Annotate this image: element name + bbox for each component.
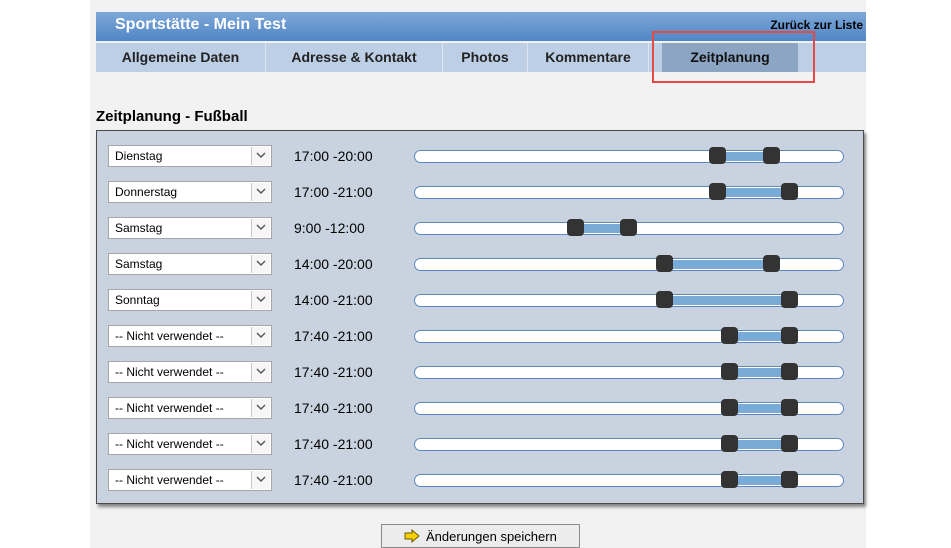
schedule-row: -- Nicht verwendet -- 17:40 -21:00 [97, 325, 863, 349]
slider-selected-range [663, 260, 771, 269]
schedule-row: -- Nicht verwendet -- 17:40 -21:00 [97, 469, 863, 493]
time-range-text: 17:40 -21:00 [294, 472, 373, 488]
slider-end-handle[interactable] [762, 147, 780, 164]
weekday-select-value: Donnerstag [115, 185, 178, 199]
slider-start-handle[interactable] [721, 399, 739, 416]
chevron-down-icon[interactable] [251, 183, 270, 201]
time-range-text: 17:40 -21:00 [294, 328, 373, 344]
slider-start-handle[interactable] [655, 255, 673, 272]
chevron-down-icon[interactable] [251, 255, 270, 273]
slider-end-handle[interactable] [780, 471, 798, 488]
weekday-select[interactable]: Samstag [108, 217, 272, 239]
time-range-slider[interactable] [414, 219, 844, 236]
time-range-slider[interactable] [414, 147, 844, 164]
back-to-list-link[interactable]: Zurück zur Liste [770, 18, 863, 32]
chevron-down-icon[interactable] [251, 147, 270, 165]
slider-start-handle[interactable] [566, 219, 584, 236]
weekday-select[interactable]: -- Nicht verwendet -- [108, 361, 272, 383]
weekday-select-value: -- Nicht verwendet -- [115, 473, 224, 487]
chevron-down-icon[interactable] [251, 327, 270, 345]
slider-start-handle[interactable] [721, 363, 739, 380]
slider-end-handle[interactable] [780, 291, 798, 308]
slider-start-handle[interactable] [709, 147, 727, 164]
weekday-select[interactable]: -- Nicht verwendet -- [108, 397, 272, 419]
slider-start-handle[interactable] [709, 183, 727, 200]
slider-end-handle[interactable] [780, 435, 798, 452]
weekday-select-value: Dienstag [115, 149, 163, 163]
weekday-select[interactable]: Samstag [108, 253, 272, 275]
save-changes-label: Änderungen speichern [426, 529, 557, 544]
highlight-annotation [652, 31, 815, 83]
schedule-row: Samstag 14:00 -20:00 [97, 253, 863, 277]
slider-end-handle[interactable] [780, 327, 798, 344]
weekday-select[interactable]: -- Nicht verwendet -- [108, 325, 272, 347]
schedule-row: Sonntag 14:00 -21:00 [97, 289, 863, 313]
slider-start-handle[interactable] [721, 435, 739, 452]
time-range-text: 17:40 -21:00 [294, 436, 373, 452]
slider-end-handle[interactable] [780, 399, 798, 416]
tab-general-data[interactable]: Allgemeine Daten [96, 43, 266, 72]
schedule-row: -- Nicht verwendet -- 17:40 -21:00 [97, 361, 863, 385]
chevron-down-icon[interactable] [251, 399, 270, 417]
chevron-down-icon[interactable] [251, 291, 270, 309]
weekday-select[interactable]: -- Nicht verwendet -- [108, 433, 272, 455]
slider-start-handle[interactable] [721, 471, 739, 488]
weekday-select[interactable]: -- Nicht verwendet -- [108, 469, 272, 491]
weekday-select-value: Samstag [115, 221, 163, 235]
weekday-select-value: Samstag [115, 257, 163, 271]
schedule-row: -- Nicht verwendet -- 17:40 -21:00 [97, 397, 863, 421]
time-range-text: 17:40 -21:00 [294, 364, 373, 380]
time-range-slider[interactable] [414, 183, 844, 200]
time-range-slider[interactable] [414, 399, 844, 416]
slider-selected-range [663, 296, 789, 305]
weekday-select[interactable]: Sonntag [108, 289, 272, 311]
schedule-row: Samstag 9:00 -12:00 [97, 217, 863, 241]
slider-selected-range [717, 188, 789, 197]
weekday-select[interactable]: Dienstag [108, 145, 272, 167]
chevron-down-icon[interactable] [251, 435, 270, 453]
schedule-row: Donnerstag 17:00 -21:00 [97, 181, 863, 205]
tab-photos[interactable]: Photos [443, 43, 528, 72]
time-range-slider[interactable] [414, 471, 844, 488]
slider-end-handle[interactable] [620, 219, 637, 236]
section-title: Zeitplanung - Fußball [96, 108, 248, 125]
weekday-select[interactable]: Donnerstag [108, 181, 272, 203]
tab-comments[interactable]: Kommentare [528, 43, 649, 72]
slider-start-handle[interactable] [721, 327, 739, 344]
chevron-down-icon[interactable] [251, 363, 270, 381]
schedule-row: Dienstag 17:00 -20:00 [97, 145, 863, 169]
weekday-select-value: Sonntag [115, 293, 160, 307]
page-title: Sportstätte - Mein Test [115, 16, 287, 33]
time-range-text: 14:00 -21:00 [294, 292, 373, 308]
time-range-text: 17:40 -21:00 [294, 400, 373, 416]
time-range-slider[interactable] [414, 255, 844, 272]
slider-end-handle[interactable] [780, 363, 798, 380]
tab-address-contact[interactable]: Adresse & Kontakt [266, 43, 443, 72]
weekday-select-value: -- Nicht verwendet -- [115, 401, 224, 415]
time-range-slider[interactable] [414, 327, 844, 344]
save-changes-button[interactable]: Änderungen speichern [381, 524, 580, 548]
slider-end-handle[interactable] [762, 255, 780, 272]
time-range-text: 17:00 -21:00 [294, 184, 373, 200]
slider-start-handle[interactable] [655, 291, 673, 308]
schedule-row: -- Nicht verwendet -- 17:40 -21:00 [97, 433, 863, 457]
time-range-slider[interactable] [414, 363, 844, 380]
slider-end-handle[interactable] [780, 183, 798, 200]
chevron-down-icon[interactable] [251, 471, 270, 489]
time-range-slider[interactable] [414, 435, 844, 452]
time-range-text: 14:00 -20:00 [294, 256, 373, 272]
weekday-select-value: -- Nicht verwendet -- [115, 329, 224, 343]
weekday-select-value: -- Nicht verwendet -- [115, 365, 224, 379]
time-range-text: 17:00 -20:00 [294, 148, 373, 164]
weekday-select-value: -- Nicht verwendet -- [115, 437, 224, 451]
arrow-right-icon [404, 528, 420, 546]
time-range-text: 9:00 -12:00 [294, 220, 365, 236]
chevron-down-icon[interactable] [251, 219, 270, 237]
time-range-slider[interactable] [414, 291, 844, 308]
schedule-panel: Dienstag 17:00 -20:00 Donnerstag 17:00 -21:… [96, 130, 864, 504]
